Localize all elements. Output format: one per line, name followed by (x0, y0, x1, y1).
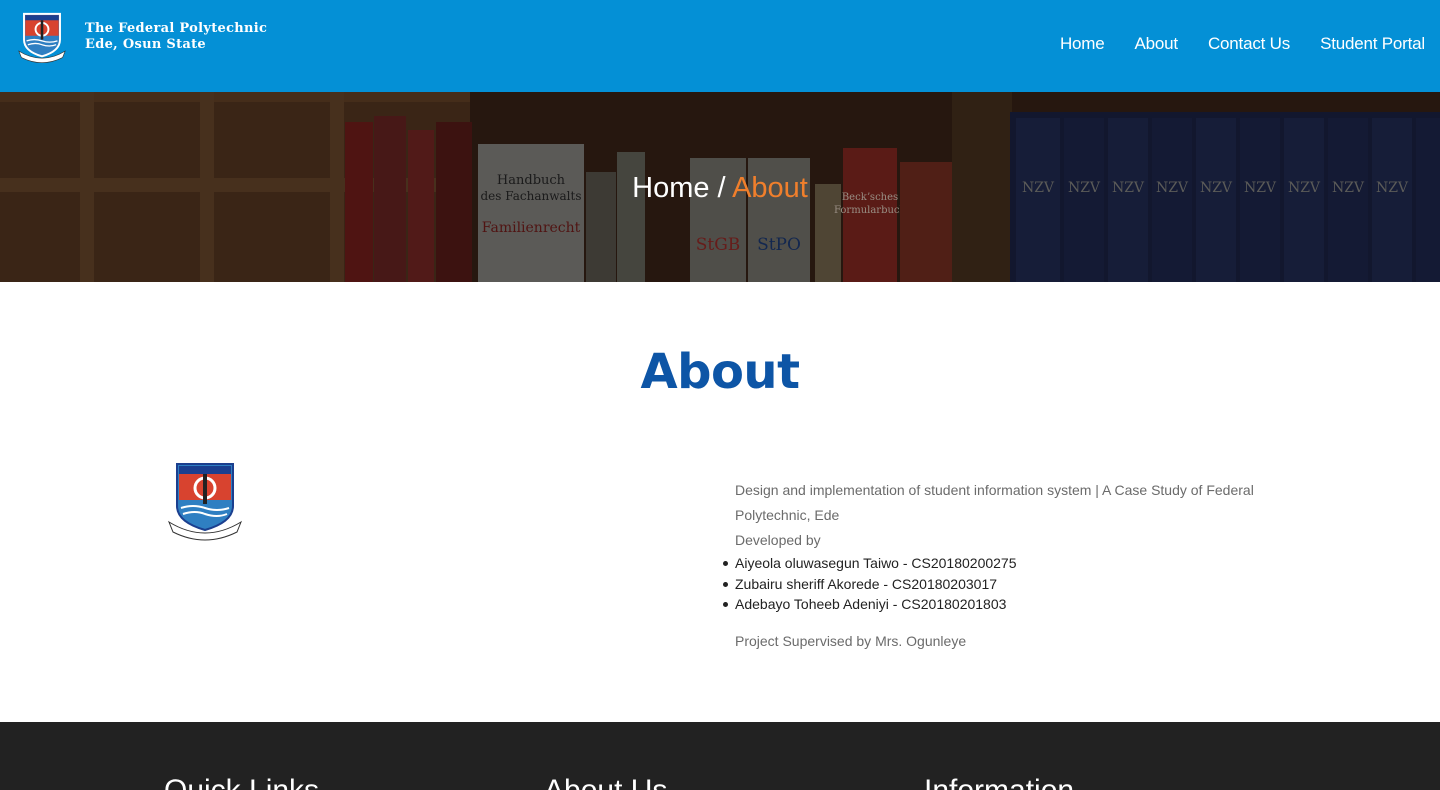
project-description: Design and implementation of student inf… (735, 482, 1254, 523)
breadcrumb: Home / About (0, 172, 1440, 205)
breadcrumb-home[interactable]: Home (632, 172, 709, 204)
footer-heading-about-us: About Us (544, 774, 667, 790)
breadcrumb-separator: / (717, 172, 726, 204)
page-title: About (640, 344, 800, 400)
footer-heading-information: Information (924, 774, 1074, 790)
polytechnic-crest-icon (167, 463, 243, 541)
page-banner: Handbuch des Fachanwalts Familienrecht S… (0, 92, 1440, 282)
brand[interactable]: The Federal Polytechnic Ede, Osun State (16, 10, 267, 64)
nav-home[interactable]: Home (1060, 34, 1105, 54)
developer-list: Aiyeola oluwasegun Taiwo - CS20180200275… (723, 553, 1255, 615)
brand-name: The Federal Polytechnic Ede, Osun State (85, 21, 267, 53)
project-info: Design and implementation of student inf… (723, 478, 1255, 654)
list-item: Zubairu sheriff Akorede - CS20180203017 (723, 574, 1255, 595)
breadcrumb-current: About (732, 172, 808, 204)
supervisor-text: Project Supervised by Mrs. Ogunleye (735, 632, 967, 649)
nav-contact-us[interactable]: Contact Us (1208, 34, 1290, 54)
site-footer: Quick Links About Us Information (0, 722, 1440, 790)
brand-line-1: The Federal Polytechnic (85, 21, 268, 36)
developed-by-label: Developed by (735, 532, 821, 548)
polytechnic-crest-icon (18, 12, 66, 64)
list-item: Aiyeola oluwasegun Taiwo - CS20180200275 (723, 553, 1255, 574)
nav-student-portal[interactable]: Student Portal (1320, 34, 1425, 54)
list-item: Adebayo Toheeb Adeniyi - CS20180201803 (723, 594, 1255, 615)
nav-about[interactable]: About (1135, 34, 1179, 54)
site-header: The Federal Polytechnic Ede, Osun State … (0, 0, 1440, 92)
main-nav: Home About Contact Us Student Portal (1030, 34, 1425, 54)
brand-line-2: Ede, Osun State (85, 37, 206, 52)
footer-heading-quick-links: Quick Links (164, 774, 319, 790)
